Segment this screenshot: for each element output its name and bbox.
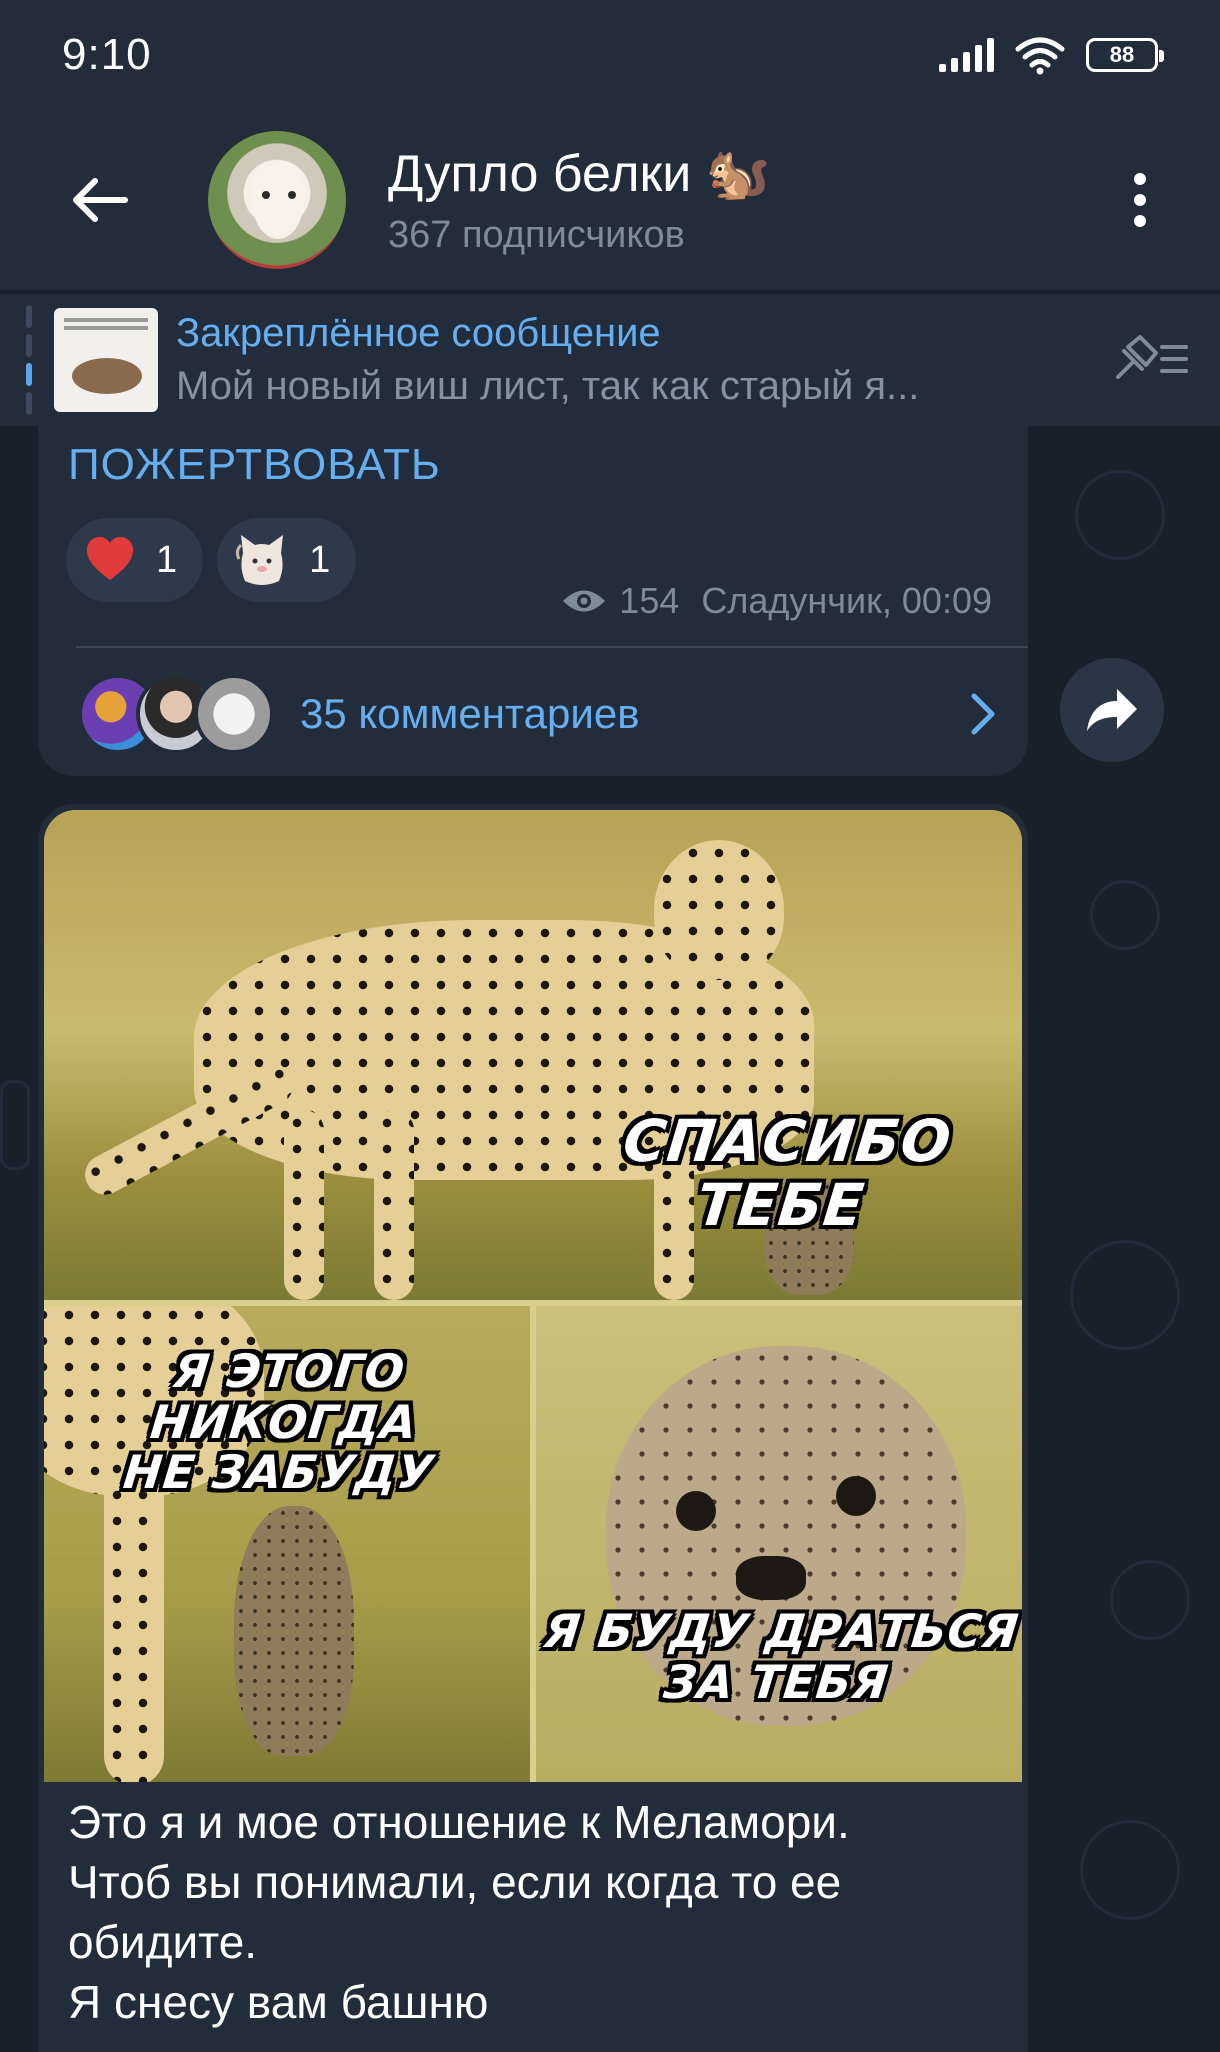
commenter-avatars [78, 674, 274, 754]
wifi-icon [1015, 37, 1065, 75]
arrow-left-icon [73, 178, 128, 222]
status-bar: 9:10 88 [0, 0, 1220, 110]
eye-icon [563, 590, 606, 612]
post-text-line: Чтоб вы понимали, если когда то ее [68, 1856, 842, 1908]
channel-post: ПОЖЕРТВОВАТЬ 1 1 154 Сладунчик, 00:09 35… [38, 426, 1028, 776]
meme-image[interactable]: СПАСИБО ТЕБЕ Я ЭТОГО НИКОГДА НЕ ЗАБУДУ Я… [44, 810, 1022, 1782]
channel-post: СПАСИБО ТЕБЕ Я ЭТОГО НИКОГДА НЕ ЗАБУДУ Я… [38, 804, 1028, 2052]
pinned-title: Закреплённое сообщение [176, 311, 661, 355]
meme-panel-top: СПАСИБО ТЕБЕ [44, 810, 1022, 1300]
cat-sticker-icon [236, 535, 284, 585]
heart-icon [87, 537, 133, 580]
post-text-line: обидите. [68, 1916, 258, 1968]
chevron-right-icon [971, 693, 995, 735]
author-time: Сладунчик, 00:09 [701, 580, 992, 621]
battery-indicator: 88 [1086, 38, 1164, 72]
pinned-list-button[interactable] [1110, 333, 1190, 388]
pinned-indicator [26, 305, 32, 415]
view-count: 154 [619, 580, 680, 621]
post-text: Это я и мое отношение к Меламори. Чтоб в… [68, 1792, 1008, 2032]
channel-avatar[interactable] [208, 131, 346, 269]
post-meta: 154 Сладунчик, 00:09 [561, 580, 992, 622]
meme-panel-bottom-left: Я ЭТОГО НИКОГДА НЕ ЗАБУДУ [44, 1306, 530, 1782]
meme-panel-bottom-right: Я БУДУ ДРАТЬСЯ ЗА ТЕБЯ [536, 1306, 1022, 1782]
meme-caption-top: СПАСИБО ТЕБЕ [620, 1107, 955, 1239]
channel-title: Дупло белки 🐿️ [388, 145, 771, 203]
status-time: 9:10 [62, 30, 152, 79]
comments-button[interactable]: 35 комментариев [78, 666, 998, 762]
reaction-count: 1 [156, 538, 178, 581]
pinned-message-bar[interactable]: Закреплённое сообщение Мой новый виш лис… [0, 292, 1220, 426]
share-button[interactable] [1060, 658, 1164, 762]
subscriber-count: 367 подписчиков [388, 214, 685, 256]
donate-link[interactable]: ПОЖЕРТВОВАТЬ [68, 440, 441, 490]
meme-caption-bottom-left: Я ЭТОГО НИКОГДА НЕ ЗАБУДУ [120, 1344, 437, 1500]
pinned-text: Мой новый виш лист, так как старый я... [176, 364, 920, 408]
signal-icon [939, 38, 994, 72]
post-text-line: Я снесу вам башню [68, 1976, 489, 2028]
pinned-thumbnail [54, 308, 158, 412]
meme-caption-bottom-right: Я БУДУ ДРАТЬСЯ ЗА ТЕБЯ [541, 1604, 1022, 1709]
reaction-heart[interactable]: 1 [66, 518, 204, 602]
comments-label: 35 комментариев [300, 690, 640, 737]
more-menu-button[interactable] [1120, 173, 1160, 227]
channel-header: Дупло белки 🐿️ 367 подписчиков [0, 110, 1220, 290]
divider [76, 646, 1028, 648]
reactions: 1 1 [66, 518, 357, 602]
reaction-cat[interactable]: 1 [217, 518, 357, 602]
reaction-count: 1 [309, 538, 331, 581]
back-button[interactable] [40, 140, 160, 260]
channel-info[interactable]: Дупло белки 🐿️ 367 подписчиков [388, 143, 771, 257]
share-arrow-icon [1087, 689, 1137, 731]
post-text-line: Это я и мое отношение к Меламори. [68, 1796, 850, 1848]
avatar [194, 674, 274, 754]
pin-list-icon [1116, 334, 1188, 379]
